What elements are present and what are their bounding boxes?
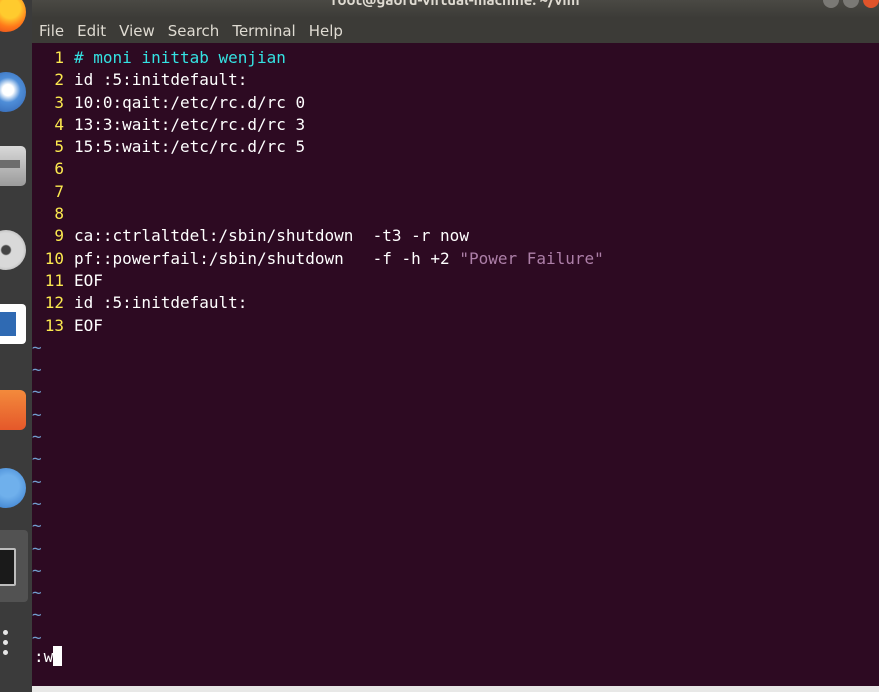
editor-line[interactable]: 3 10:0:qait:/etc/rc.d/rc 0 [32, 92, 604, 114]
line-number: 8 [54, 204, 64, 224]
menubar: File Edit View Search Terminal Help [32, 18, 879, 43]
rhythmbox-icon[interactable] [0, 230, 26, 270]
files-icon[interactable] [0, 146, 26, 186]
line-text: 10:0:qait:/etc/rc.d/rc 0 [74, 92, 306, 112]
line-text: 15:5:wait:/etc/rc.d/rc 5 [74, 137, 306, 157]
empty-line-tilde: ~ [32, 471, 42, 491]
string-literal: "Power Failure" [459, 248, 604, 268]
line-number: 7 [54, 181, 64, 201]
empty-line-tilde: ~ [32, 427, 42, 447]
comment-text: # moni inittab wenjian [74, 48, 286, 67]
dot [2, 649, 8, 655]
editor-line[interactable]: 2 id :5:initdefault: [32, 69, 604, 91]
editor-line[interactable]: 9 ca::ctrlaltdel:/sbin/shutdown -t3 -r no… [32, 225, 604, 247]
editor-line[interactable]: 7 [32, 181, 604, 203]
empty-line-tilde: ~ [32, 516, 42, 536]
window-titlebar[interactable]: root@gaoru-virtual-machine: ~/vim [32, 0, 879, 18]
line-text: 13:3:wait:/etc/rc.d/rc 3 [74, 114, 306, 134]
close-button[interactable] [863, 0, 879, 8]
line-text: ca::ctrlaltdel:/sbin/shutdown -t3 -r now [74, 226, 469, 246]
line-text: id :5:initdefault: [74, 293, 248, 313]
empty-line-tilde: ~ [32, 449, 42, 469]
menu-help[interactable]: Help [309, 22, 343, 40]
line-number: 9 [54, 226, 64, 246]
menu-view[interactable]: View [119, 22, 155, 40]
line-number: 6 [54, 159, 64, 179]
editor-line[interactable]: 6 [32, 158, 604, 180]
dot [2, 639, 8, 645]
vim-buffer[interactable]: 1 # moni inittab wenjian 2 id :5:initdefaul… [32, 47, 604, 649]
dot [2, 629, 8, 635]
editor-line[interactable]: 4 13:3:wait:/etc/rc.d/rc 3 [32, 114, 604, 136]
vim-command-line[interactable]: :w [34, 646, 63, 668]
line-number: 3 [54, 92, 64, 112]
terminal-content[interactable]: 1 # moni inittab wenjian 2 id :5:initdefaul… [32, 43, 879, 686]
window-controls [823, 0, 879, 8]
empty-line-tilde: ~ [32, 560, 42, 580]
terminal-icon[interactable] [0, 530, 28, 602]
ubuntu-software-icon[interactable] [0, 390, 26, 430]
line-text: id :5:initdefault: [74, 70, 248, 90]
maximize-button[interactable] [843, 0, 859, 8]
line-number: 1 [54, 48, 64, 67]
editor-line[interactable]: 5 15:5:wait:/etc/rc.d/rc 5 [32, 136, 604, 158]
empty-line-tilde: ~ [32, 538, 42, 558]
line-text: EOF [74, 315, 103, 335]
editor-line[interactable]: 10 pf::powerfail:/sbin/shutdown -f -h +2 … [32, 248, 604, 270]
line-number: 13 [44, 315, 64, 335]
menu-edit[interactable]: Edit [77, 22, 106, 40]
empty-line-tilde: ~ [32, 360, 42, 380]
editor-line[interactable]: 13 EOF [32, 315, 604, 337]
line-number: 10 [44, 248, 64, 268]
window-title: root@gaoru-virtual-machine: ~/vim [32, 0, 879, 8]
empty-line-tilde: ~ [32, 382, 42, 402]
firefox-icon[interactable] [0, 0, 26, 32]
desktop: root@gaoru-virtual-machine: ~/vim File E… [0, 0, 879, 692]
empty-line-tilde: ~ [32, 605, 42, 625]
line-number: 5 [54, 137, 64, 157]
line-text: EOF [74, 270, 103, 290]
command-text: :w [34, 647, 54, 666]
minimize-button[interactable] [823, 0, 839, 8]
line-number: 4 [54, 114, 64, 134]
editor-line[interactable]: 11 EOF [32, 270, 604, 292]
help-icon[interactable] [0, 468, 26, 508]
menu-terminal[interactable]: Terminal [232, 22, 295, 40]
launcher-dock [0, 0, 32, 692]
menu-file[interactable]: File [39, 22, 64, 40]
empty-line-tilde: ~ [32, 404, 42, 424]
editor-line[interactable]: 8 [32, 203, 604, 225]
empty-line-tilde: ~ [32, 583, 42, 603]
line-text: pf::powerfail:/sbin/shutdown -f -h +2 [74, 248, 460, 268]
empty-line-tilde: ~ [32, 627, 42, 647]
libreoffice-writer-icon[interactable] [0, 304, 26, 344]
line-number: 2 [54, 70, 64, 90]
empty-line-tilde: ~ [32, 493, 42, 513]
menu-search[interactable]: Search [168, 22, 220, 40]
editor-line[interactable]: 12 id :5:initdefault: [32, 292, 604, 314]
thunderbird-icon[interactable] [0, 72, 26, 112]
line-number: 12 [44, 293, 64, 313]
editor-line[interactable]: 1 # moni inittab wenjian [32, 47, 604, 69]
line-number: 11 [44, 270, 64, 290]
text-cursor [53, 646, 63, 666]
show-applications-icon[interactable] [0, 622, 32, 662]
empty-line-tilde: ~ [32, 337, 42, 357]
window-bottom-edge [32, 686, 879, 692]
